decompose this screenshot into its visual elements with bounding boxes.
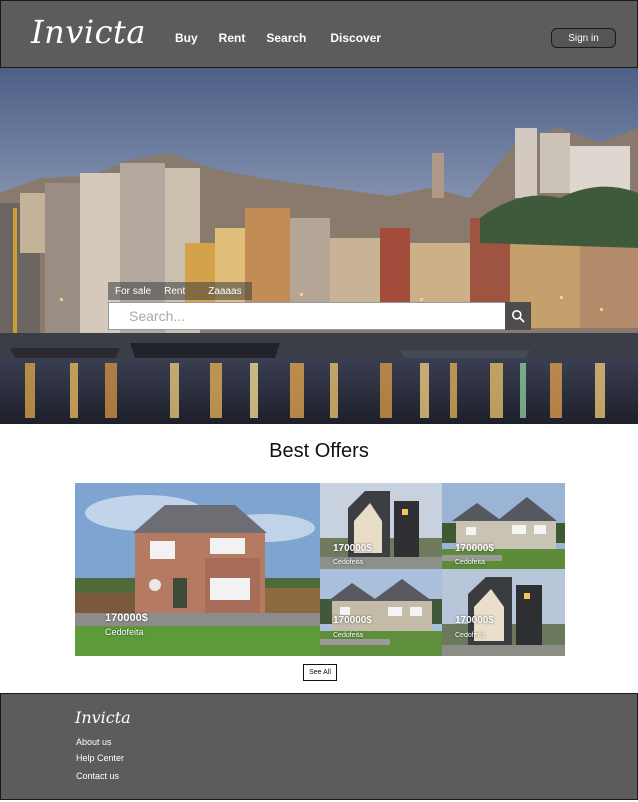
footer-link-about[interactable]: About us xyxy=(76,737,112,747)
footer-link-help[interactable]: Help Center xyxy=(76,753,124,763)
footer-link-contact[interactable]: Contact us xyxy=(76,771,119,781)
offer-card[interactable]: 170000$ Cedofeita xyxy=(320,483,442,569)
tab-rent[interactable]: Rent xyxy=(164,286,185,297)
house-photo xyxy=(442,569,565,656)
offer-card[interactable]: 170000$ Cedofeita xyxy=(75,483,320,656)
nav-search[interactable]: Search xyxy=(266,31,306,45)
hero-banner: For sale Rent Zaaaas xyxy=(0,68,638,424)
nav-buy[interactable]: Buy xyxy=(175,31,198,45)
offer-location: Cedofeita xyxy=(333,559,363,566)
main-nav: Buy Rent Search Discover xyxy=(175,31,401,45)
nav-rent[interactable]: Rent xyxy=(219,31,246,45)
best-offers-title: Best Offers xyxy=(269,440,369,462)
tab-zaaaas[interactable]: Zaaaas xyxy=(208,286,241,297)
offer-price: 170000$ xyxy=(105,612,148,624)
offer-location: Cedofeita xyxy=(455,632,485,639)
offers-grid: 170000$ Cedofeita 170000$ Cedofeita 1700… xyxy=(75,483,565,656)
search-button[interactable] xyxy=(505,302,531,330)
search-bar xyxy=(108,302,506,330)
sign-in-button[interactable]: Sign in xyxy=(551,28,616,48)
tab-for-sale[interactable]: For sale xyxy=(115,286,151,297)
house-photo xyxy=(320,483,442,569)
site-footer: Invicta About us Help Center Contact us xyxy=(0,693,638,800)
hero-city-image xyxy=(0,68,638,424)
offer-location: Cedofeita xyxy=(333,632,363,639)
offer-location: Cedofeita xyxy=(455,559,485,566)
offer-price: 170000$ xyxy=(333,543,372,554)
offer-location: Cedofeita xyxy=(105,627,144,637)
see-all-button[interactable]: See All xyxy=(303,664,337,681)
site-logo[interactable]: Invicta xyxy=(31,13,146,51)
house-photo xyxy=(442,483,565,569)
footer-logo[interactable]: Invicta xyxy=(75,708,131,727)
listing-type-tabs: For sale Rent Zaaaas xyxy=(108,282,252,300)
offer-price: 170000$ xyxy=(455,543,494,554)
offer-card[interactable]: 170000$ Cedofeita xyxy=(442,569,565,656)
nav-discover[interactable]: Discover xyxy=(330,31,381,45)
offer-price: 170000$ xyxy=(455,615,494,626)
site-header: Invicta Buy Rent Search Discover Sign in xyxy=(0,0,638,68)
search-icon xyxy=(512,310,525,323)
search-input[interactable] xyxy=(109,303,505,329)
offer-price: 170000$ xyxy=(333,615,372,626)
house-photo xyxy=(320,569,442,656)
offer-card[interactable]: 170000$ Cedofeita xyxy=(320,569,442,656)
offer-card[interactable]: 170000$ Cedofeita xyxy=(442,483,565,569)
